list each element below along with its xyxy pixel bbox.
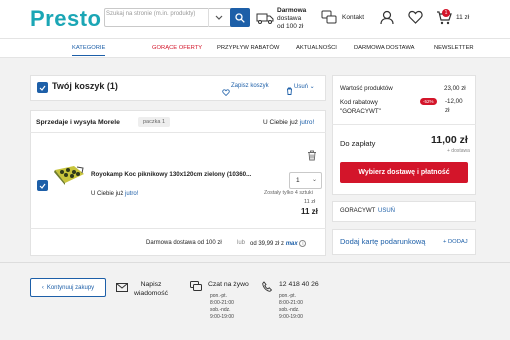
discount-code: "GORACYWT" <box>340 108 381 115</box>
phone-hours-1: pon.-pt. <box>279 293 296 299</box>
trash-icon <box>286 82 293 100</box>
chat-icon <box>190 279 202 297</box>
phone-number[interactable]: 12 418 40 26 <box>279 280 319 289</box>
total-label: Do zapłaty <box>340 139 376 148</box>
search-category-dropdown[interactable] <box>208 8 228 27</box>
contact-link[interactable]: Kontakt <box>342 14 364 21</box>
free-delivery-info[interactable]: Darmowa dostawa od 100 zł <box>277 7 317 31</box>
footer-divider <box>0 262 510 263</box>
user-icon[interactable] <box>380 10 394 30</box>
discount-value: -12,00 <box>445 98 463 105</box>
choose-delivery-button[interactable]: Wybierz dostawę i płatność <box>340 162 468 183</box>
chevron-down-icon <box>215 15 222 20</box>
free-shipping-note: Darmowa dostawa od 100 zł <box>146 240 222 246</box>
cart-total[interactable]: 11 zł <box>456 14 469 21</box>
nav-item-news[interactable]: AKTUALNOŚCI <box>296 45 337 51</box>
product-name[interactable]: Royokamp Koc piknikowy 130x120cm zielony… <box>91 171 261 178</box>
max-logo: max <box>285 241 298 248</box>
chat-hours-2: 8:00-21:00 <box>210 300 234 306</box>
cart-badge: 1 <box>442 9 450 17</box>
chat-hours-3: sob.-ndz. <box>210 307 231 313</box>
discount-label: Kod rabatowy <box>340 99 378 106</box>
product-checkbox[interactable] <box>37 180 48 191</box>
remove-label: Usuń <box>294 84 309 90</box>
heart-outline-icon <box>222 83 230 101</box>
logo[interactable]: Presto <box>30 6 101 32</box>
discount-badge: -52% <box>420 98 437 105</box>
nav-item-discounts[interactable]: PRZYPŁYW RABATÓW <box>217 45 279 51</box>
write-line-1: Napisz <box>140 281 162 288</box>
cart-title: Twój koszyk (1) <box>52 81 118 91</box>
stock-note: Zostały tylko 4 sztuki <box>264 190 313 196</box>
phone-icon <box>262 279 273 297</box>
total-value: 11,00 zł <box>431 134 468 146</box>
seller-delivery-day[interactable]: jutro! <box>300 119 314 126</box>
product-delivery-day[interactable]: jutro! <box>125 191 138 197</box>
shipping-note: + dostawa <box>447 148 470 154</box>
nav-item-newsletter[interactable]: NEWSLETTER <box>434 45 474 51</box>
quantity-select[interactable]: 1 ⌄ <box>289 172 322 189</box>
remove-code-button[interactable]: USUŃ <box>378 208 395 214</box>
nav-item-categories[interactable]: KATEGORIE <box>72 45 106 56</box>
or-text: lub <box>237 240 246 246</box>
product-delivery: U Ciebie już jutro! <box>91 191 138 197</box>
nav-item-hot-offers[interactable]: GORĄCE OFERTY <box>152 45 202 51</box>
live-chat-link[interactable]: Czat na żywo <box>208 280 249 289</box>
info-icon[interactable]: i <box>299 240 307 247</box>
package-tag: paczka 1 <box>138 117 171 127</box>
phone-hours-4: 9:00-19:00 <box>279 314 303 320</box>
unit-price: 11 zł <box>304 199 316 205</box>
continue-shopping-button[interactable]: ‹ Kontynuuj zakupy <box>30 278 106 297</box>
chevron-left-icon: ‹ <box>41 284 44 291</box>
checkbox-icon <box>39 183 46 189</box>
search-icon <box>235 12 245 23</box>
mail-icon <box>116 279 128 297</box>
product-price: 11 zł <box>301 207 318 216</box>
divider <box>30 132 326 133</box>
remove-button[interactable]: Usuń ⌄ <box>294 83 315 90</box>
write-line-2: wiadomość <box>134 290 168 297</box>
heart-icon[interactable] <box>408 10 423 29</box>
gift-card-label[interactable]: Dodaj kartę podarunkową <box>340 237 425 246</box>
contact-icon[interactable] <box>321 10 337 30</box>
products-value: 23,00 zł <box>444 85 466 92</box>
write-message-link[interactable]: Napisz wiadomość <box>134 280 168 298</box>
quantity-value: 1 <box>296 177 300 184</box>
seller-delivery: U Ciebie już jutro! <box>263 119 314 126</box>
divider <box>332 124 476 125</box>
search-button[interactable] <box>230 8 250 27</box>
nav-item-free-delivery[interactable]: DARMOWA DOSTAWA <box>354 45 414 51</box>
checkbox-icon <box>39 85 46 91</box>
delivery-line-1: Darmowa <box>277 7 307 14</box>
max-prefix: od 39,99 zł z <box>250 241 285 248</box>
product-image[interactable] <box>52 163 86 192</box>
seller-label: Sprzedaje i wysyła Morele <box>36 119 120 126</box>
select-all-checkbox[interactable] <box>37 82 48 93</box>
save-cart-button[interactable]: Zapisz koszyk <box>231 83 269 89</box>
delivery-line-2: dostawa <box>277 15 302 22</box>
product-delivery-prefix: U Ciebie już <box>91 191 124 197</box>
products-value-label: Wartość produktów <box>340 85 393 92</box>
seller-delivery-prefix: U Ciebie już <box>263 119 299 126</box>
trash-icon[interactable] <box>307 148 317 166</box>
phone-hours-3: sob.-ndz. <box>279 307 300 313</box>
phone-hours: pon.-pt. 8:00-21:00 sob.-ndz. 9:00-19:00 <box>279 293 303 321</box>
phone-hours-2: 8:00-21:00 <box>279 300 303 306</box>
continue-label: Kontynuuj zakupy <box>46 284 95 291</box>
divider <box>30 228 326 229</box>
chevron-down-icon: ⌄ <box>311 177 317 183</box>
discount-unit: zł <box>445 107 450 114</box>
chat-hours-1: pon.-pt. <box>210 293 227 299</box>
delivery-line-3: od 100 zł <box>277 23 304 30</box>
search-input[interactable]: Szukaj na stronie (m.in. produkty) <box>106 11 206 17</box>
chat-hours-4: 9:00-19:00 <box>210 314 234 320</box>
applied-code: GORACYWT <box>340 208 376 214</box>
max-offer[interactable]: od 39,99 zł z max i <box>250 240 307 248</box>
chat-hours: pon.-pt. 8:00-21:00 sob.-ndz. 9:00-19:00 <box>210 293 234 321</box>
add-gift-card-button[interactable]: + DODAJ <box>443 239 468 245</box>
truck-icon <box>256 11 274 29</box>
